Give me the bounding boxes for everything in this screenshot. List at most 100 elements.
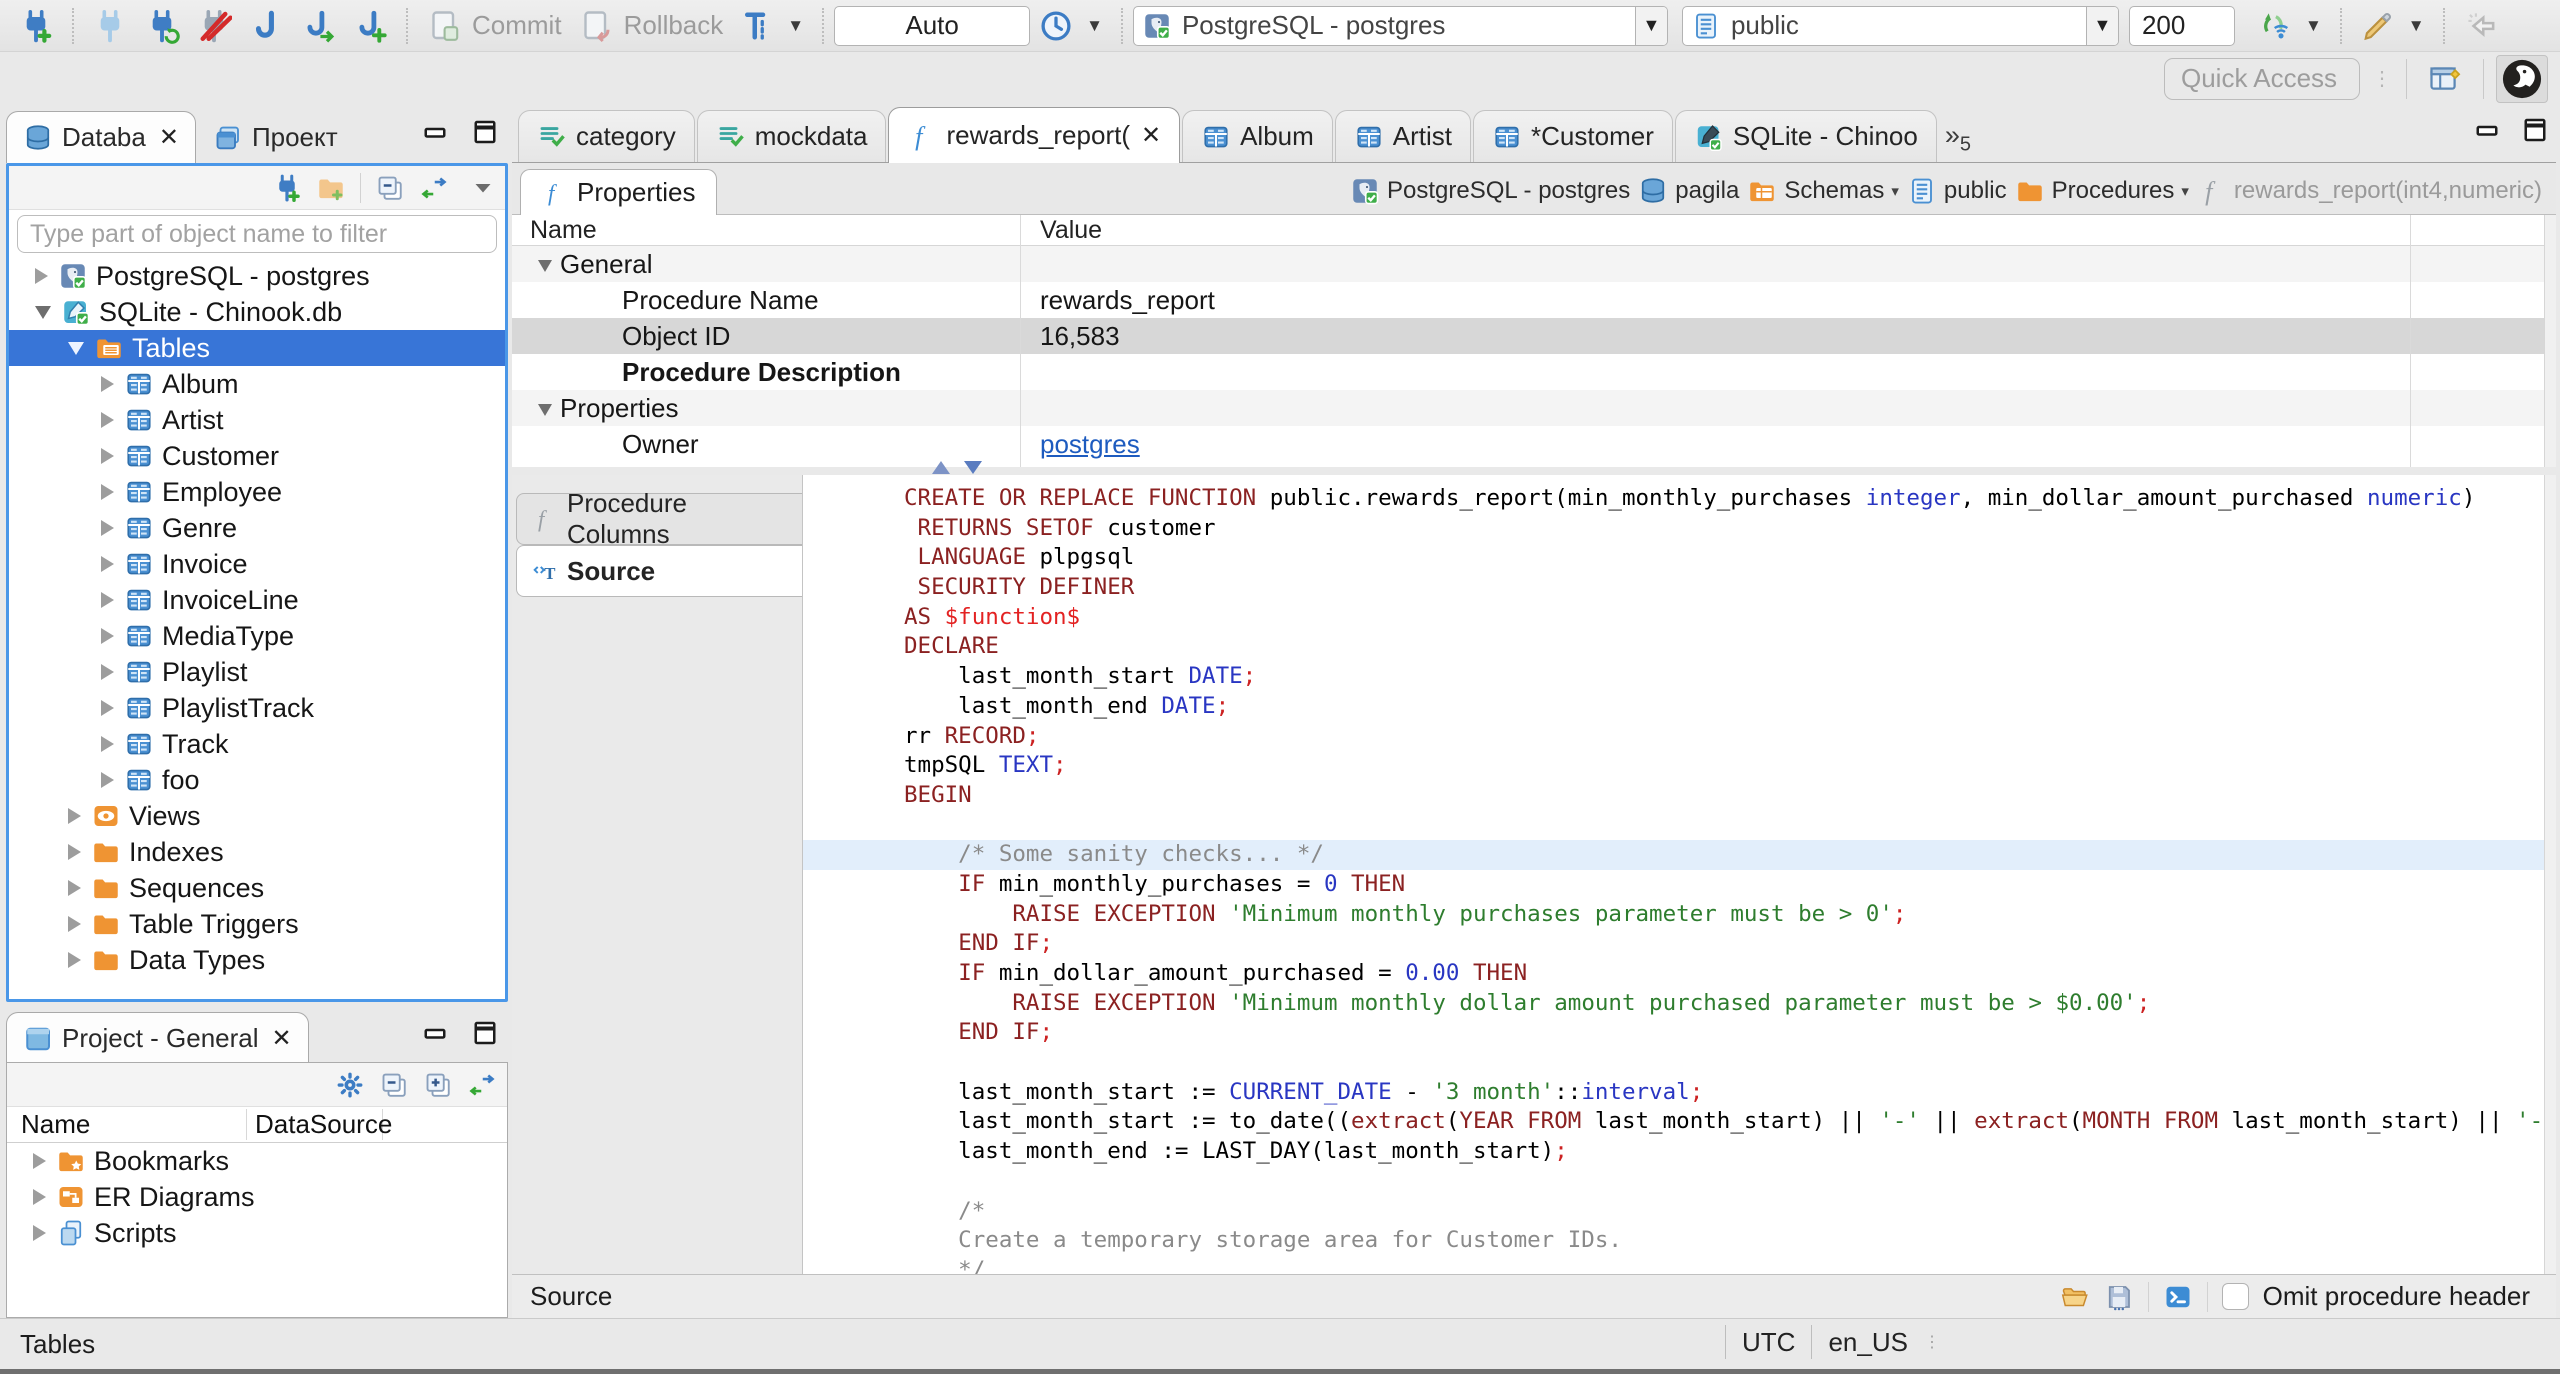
property-value-link[interactable]: postgres — [1040, 429, 1140, 459]
object-filter-input[interactable] — [17, 215, 497, 253]
connection-combo[interactable]: PostgreSQL - postgres ▼ — [1132, 5, 1668, 46]
edit-tools-button[interactable]: ▼ — [2352, 4, 2433, 48]
tree-item-sqlite-chinook-db[interactable]: SQLite - Chinook.db — [9, 294, 505, 330]
expand-twistie-icon[interactable] — [101, 772, 114, 788]
tree-item-views[interactable]: Views — [9, 798, 505, 834]
tree-item-album[interactable]: Album — [9, 366, 505, 402]
close-icon[interactable]: ✕ — [1141, 121, 1161, 150]
minimize-button[interactable] — [420, 1018, 450, 1048]
new-connection-icon[interactable] — [272, 173, 302, 203]
expand-twistie-icon[interactable] — [68, 844, 81, 860]
dbeaver-perspective-button[interactable] — [2496, 54, 2548, 103]
back-button[interactable] — [2455, 4, 2507, 48]
expand-twistie-icon[interactable] — [101, 700, 114, 716]
sash-down-icon[interactable] — [964, 461, 982, 474]
schema-combo[interactable]: public ▼ — [1681, 5, 2119, 46]
editor-tab-album[interactable]: Album — [1182, 110, 1333, 162]
quick-access-input[interactable] — [2164, 57, 2360, 100]
grid-column-name[interactable]: Name — [512, 216, 1020, 245]
tree-item-postgresql-postgres[interactable]: PostgreSQL - postgres — [9, 258, 505, 294]
minimize-button[interactable] — [2472, 115, 2502, 145]
collapse-all-icon[interactable] — [375, 173, 405, 203]
gear-icon[interactable] — [335, 1070, 365, 1100]
link-with-editor-icon[interactable] — [467, 1070, 497, 1100]
new-folder-icon[interactable] — [316, 173, 346, 203]
expand-twistie-icon[interactable] — [101, 520, 114, 536]
terminal-icon[interactable] — [2163, 1282, 2193, 1312]
view-menu-icon[interactable] — [471, 176, 495, 200]
new-connection-button[interactable] — [10, 4, 62, 48]
tree-item-invoice[interactable]: Invoice — [9, 546, 505, 582]
expand-twistie-icon[interactable] — [101, 376, 114, 392]
tree-item-playlist[interactable]: Playlist — [9, 654, 505, 690]
project-item-er-diagrams[interactable]: ER Diagrams — [7, 1179, 507, 1215]
sql-editor-button[interactable] — [240, 4, 292, 48]
disconnect-button[interactable] — [188, 4, 240, 48]
grid-scrollbar[interactable] — [2544, 215, 2556, 467]
expand-twistie-icon[interactable] — [101, 628, 114, 644]
chevron-down-icon[interactable]: ▾ — [2181, 182, 2189, 200]
close-icon[interactable]: ✕ — [159, 123, 179, 152]
save-icon[interactable] — [2104, 1282, 2134, 1312]
column-header-name[interactable]: Name — [7, 1109, 247, 1140]
grid-row-object-id[interactable]: Object ID 16,583 — [512, 318, 2556, 354]
auto-commit-combo[interactable]: Auto — [834, 5, 1031, 46]
view-tab-project-general[interactable]: Project - General ✕ — [6, 1012, 309, 1064]
expand-twistie-icon[interactable] — [35, 268, 48, 284]
grid-row-properties[interactable]: Properties — [512, 390, 2556, 426]
grid-column-value[interactable]: Value — [1020, 216, 1102, 245]
source-scrollbar[interactable] — [2544, 475, 2556, 1274]
connection-combo-arrow[interactable]: ▼ — [1634, 6, 1667, 45]
expand-twistie-icon[interactable] — [101, 556, 114, 572]
breadcrumb-postgresql-postgres[interactable]: PostgreSQL - postgres — [1350, 176, 1630, 206]
expand-twistie-icon[interactable] — [33, 1189, 46, 1205]
schema-combo-arrow[interactable]: ▼ — [2085, 6, 2118, 45]
open-file-icon[interactable] — [2060, 1282, 2090, 1312]
sql-editor-open-button[interactable] — [292, 4, 344, 48]
close-icon[interactable]: ✕ — [272, 1024, 292, 1053]
expand-twistie-icon[interactable] — [33, 1153, 46, 1169]
tree-item-playlisttrack[interactable]: PlaylistTrack — [9, 690, 505, 726]
maximize-button[interactable] — [470, 1018, 500, 1048]
tab-overflow-button[interactable]: »5 — [1939, 120, 1981, 162]
tree-item-genre[interactable]: Genre — [9, 510, 505, 546]
grid-row-procedure-name[interactable]: Procedure Name rewards_report — [512, 282, 2556, 318]
status-locale[interactable]: en_US — [1828, 1327, 1908, 1358]
expand-twistie-icon[interactable] — [101, 412, 114, 428]
maximize-button[interactable] — [2520, 115, 2550, 145]
expand-twistie-icon[interactable] — [68, 916, 81, 932]
expand-twistie-icon[interactable] — [101, 484, 114, 500]
breadcrumb-procedures[interactable]: Procedures ▾ — [2015, 176, 2189, 206]
tree-item-track[interactable]: Track — [9, 726, 505, 762]
sash-up-icon[interactable] — [932, 461, 950, 474]
collapse-twistie-icon[interactable] — [68, 341, 84, 355]
expand-twistie-icon[interactable] — [101, 592, 114, 608]
connect-button[interactable] — [84, 4, 136, 48]
view-tab-database-navigator[interactable]: Databa ✕ — [6, 111, 196, 163]
view-tab-projects[interactable]: Проект — [196, 111, 355, 163]
expand-twistie-icon[interactable] — [101, 448, 114, 464]
subtab-procedure-columns[interactable]: f Procedure Columns — [516, 488, 804, 549]
subtab-source[interactable]: T Source — [516, 545, 804, 597]
tree-item-foo[interactable]: foo — [9, 762, 505, 798]
tree-item-invoiceline[interactable]: InvoiceLine — [9, 582, 505, 618]
tree-item-artist[interactable]: Artist — [9, 402, 505, 438]
breadcrumb-rewards-report-int4-numeric[interactable]: f rewards_report(int4,numeric) — [2197, 176, 2542, 206]
expand-twistie-icon[interactable] — [68, 880, 81, 896]
expand-twistie-icon[interactable] — [33, 1225, 46, 1241]
minimize-button[interactable] — [420, 117, 450, 147]
collapse-twistie-icon[interactable] — [35, 305, 51, 319]
project-item-scripts[interactable]: Scripts — [7, 1215, 507, 1251]
grid-row-general[interactable]: General — [512, 246, 2556, 282]
tree-item-customer[interactable]: Customer — [9, 438, 505, 474]
pane-sash[interactable] — [512, 461, 2556, 475]
rollback-button[interactable]: Rollback — [570, 4, 732, 48]
maximize-button[interactable] — [470, 117, 500, 147]
omit-procedure-header-checkbox[interactable] — [2221, 1283, 2249, 1310]
grid-row-procedure-description[interactable]: Procedure Description — [512, 354, 2556, 390]
editor-tab-sqlite-chinoo[interactable]: SQLite - Chinoo — [1674, 110, 1937, 162]
history-button[interactable]: ▼ — [1030, 4, 1111, 48]
transaction-mode-button[interactable]: ▼ — [731, 4, 812, 48]
editor-tab-rewards-report[interactable]: f rewards_report( ✕ — [888, 107, 1181, 163]
editor-tab-customer[interactable]: *Customer — [1473, 110, 1673, 162]
